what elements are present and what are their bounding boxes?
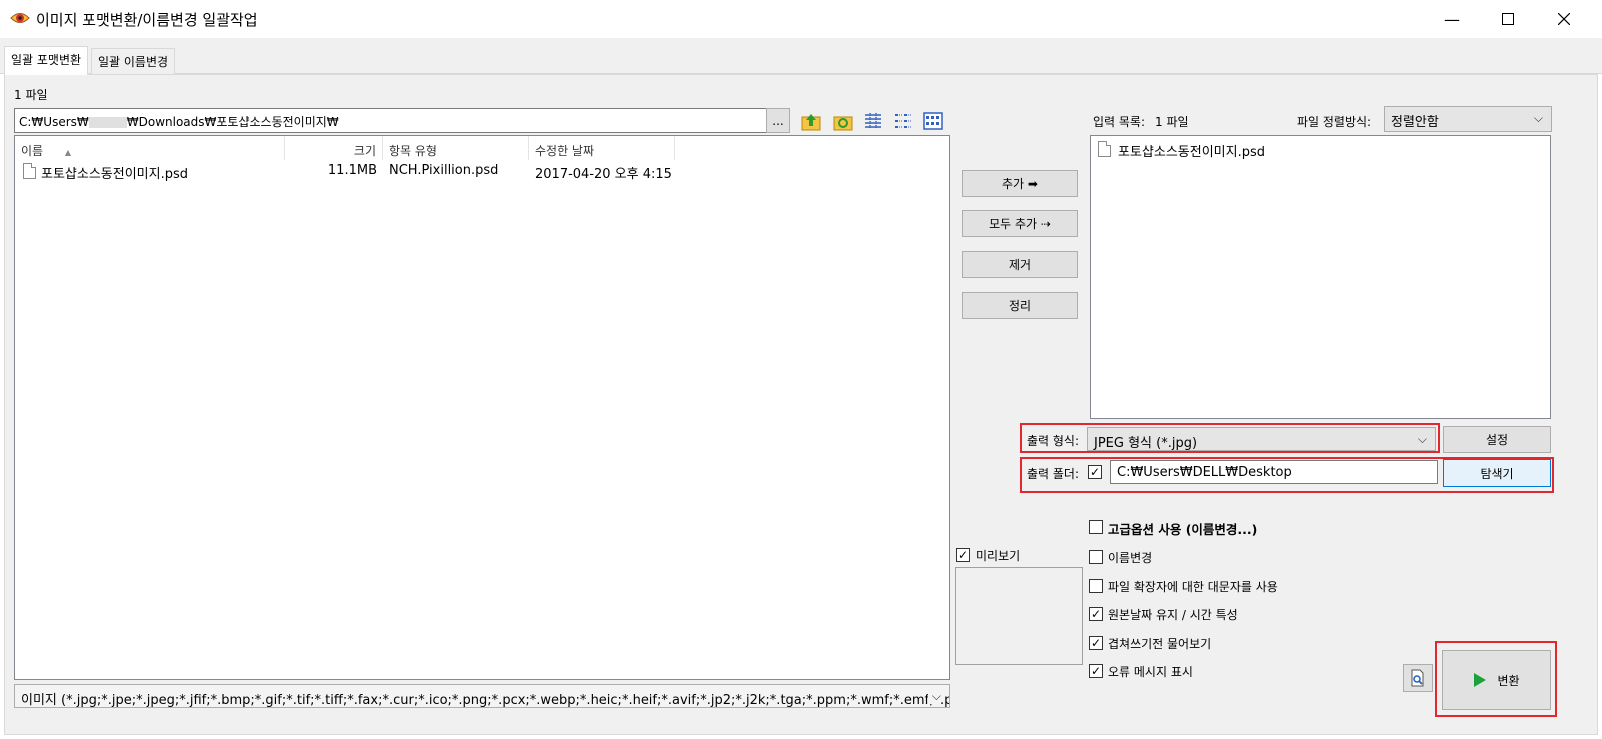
column-header-size[interactable]: 크기	[285, 136, 383, 160]
advanced-options-checkbox[interactable]	[1089, 520, 1103, 534]
preview-label: 미리보기	[976, 549, 1021, 563]
window-title: 이미지 포맷변환/이름변경 일괄작업	[36, 11, 258, 29]
minimize-button[interactable]: —	[1424, 0, 1480, 38]
chevron-down-icon: ⌵	[1417, 432, 1427, 446]
file-name: 포토샵소스동전이미지.psd	[41, 167, 189, 182]
uppercase-extension-label: 파일 확장자에 대한 대문자를 사용	[1108, 580, 1278, 594]
close-icon	[1558, 13, 1570, 25]
details-view-icon[interactable]	[862, 110, 884, 132]
preview-output-button[interactable]	[1403, 664, 1433, 692]
redacted-username	[88, 117, 127, 128]
convert-button[interactable]: 변환	[1442, 650, 1551, 710]
source-file-list[interactable]: 이름 ▲ 크기 항목 유형 수정한 날짜 포토샵소스동전이미지.psd 11.1…	[14, 135, 950, 680]
app-eye-icon	[10, 8, 30, 28]
column-header-date[interactable]: 수정한 날짜	[529, 136, 675, 160]
file-icon	[1098, 141, 1111, 157]
file-type-filter-select[interactable]: 이미지 (*.jpg;*.jpe;*.jpeg;*.jfif;*.bmp;*.g…	[14, 684, 950, 708]
sort-method-label: 파일 정렬방식:	[1297, 115, 1372, 129]
refresh-folder-icon[interactable]	[832, 110, 854, 132]
remove-button[interactable]: 제거	[962, 251, 1078, 278]
column-header-name[interactable]: 이름 ▲	[15, 136, 285, 160]
convert-label: 변환	[1497, 673, 1520, 688]
input-file-list[interactable]: 포토샵소스동전이미지.psd	[1090, 135, 1551, 419]
chevron-down-icon: ⌵	[1533, 111, 1543, 125]
play-icon	[1474, 673, 1487, 687]
maximize-button[interactable]	[1480, 0, 1536, 38]
input-list-label: 입력 목록:	[1093, 115, 1146, 129]
tab-batch-convert[interactable]: 일괄 포맷변환	[4, 46, 89, 75]
keep-date-checkbox[interactable]: ✓	[1089, 607, 1103, 621]
thumbnail-view-icon[interactable]	[922, 110, 944, 132]
ask-overwrite-label: 겹쳐쓰기전 물어보기	[1108, 637, 1212, 651]
tab-batch-rename[interactable]: 일괄 이름변경	[91, 48, 176, 74]
output-format-select[interactable]: JPEG 형식 (*.jpg) ⌵	[1087, 427, 1436, 451]
close-button[interactable]	[1536, 0, 1592, 38]
file-icon	[23, 163, 36, 179]
add-button[interactable]: 추가 ➡	[962, 170, 1078, 197]
path-browse-button[interactable]: ...	[766, 108, 790, 133]
show-errors-checkbox[interactable]: ✓	[1089, 664, 1103, 678]
file-date: 2017-04-20 오후 4:15	[535, 167, 672, 182]
clear-button[interactable]: 정리	[962, 292, 1078, 319]
source-file-count: 1 파일	[14, 88, 48, 102]
list-item[interactable]: 포토샵소스동전이미지.psd	[1091, 138, 1550, 160]
output-folder-input[interactable]: C:₩Users₩DELL₩Desktop	[1110, 460, 1438, 484]
output-folder-label: 출력 폴더:	[1027, 467, 1080, 481]
column-header-type[interactable]: 항목 유형	[383, 136, 529, 160]
advanced-options-label: 고급옵션 사용 (이름변경...)	[1108, 522, 1258, 537]
rename-checkbox[interactable]	[1089, 550, 1103, 564]
input-file-name: 포토샵소스동전이미지.psd	[1118, 145, 1266, 160]
add-all-button[interactable]: 모두 추가 ⇢	[962, 210, 1078, 237]
preview-pane	[955, 567, 1083, 665]
browse-folder-button[interactable]: 탐색기	[1443, 459, 1551, 487]
output-format-label: 출력 형식:	[1027, 434, 1080, 448]
maximize-icon	[1502, 13, 1514, 25]
list-view-icon[interactable]	[892, 110, 914, 132]
tab-strip	[0, 38, 1602, 74]
source-path-input[interactable]: C:₩Users₩ ₩Downloads₩포토샵소스동전이미지₩	[14, 108, 778, 133]
uppercase-extension-checkbox[interactable]	[1089, 579, 1103, 593]
file-size: 11.1MB	[327, 163, 377, 178]
magnify-page-icon	[1411, 669, 1424, 687]
format-settings-button[interactable]: 설정	[1443, 426, 1551, 453]
output-folder-checkbox[interactable]: ✓	[1088, 465, 1102, 479]
sort-ascending-icon: ▲	[64, 148, 72, 157]
keep-date-label: 원본날짜 유지 / 시간 특성	[1108, 608, 1238, 622]
folder-up-icon[interactable]	[800, 110, 822, 132]
input-list-count: 1 파일	[1155, 115, 1189, 129]
chevron-down-icon: ⌵	[927, 689, 941, 704]
sort-method-select[interactable]: 정렬안함 ⌵	[1384, 106, 1552, 132]
preview-checkbox[interactable]: ✓	[956, 548, 970, 562]
table-row[interactable]: 포토샵소스동전이미지.psd 11.1MB NCH.Pixillion.psd …	[15, 160, 949, 182]
show-errors-label: 오류 메시지 표시	[1108, 665, 1193, 679]
rename-label: 이름변경	[1108, 551, 1153, 565]
file-type: NCH.Pixillion.psd	[389, 163, 499, 178]
ask-overwrite-checkbox[interactable]: ✓	[1089, 636, 1103, 650]
